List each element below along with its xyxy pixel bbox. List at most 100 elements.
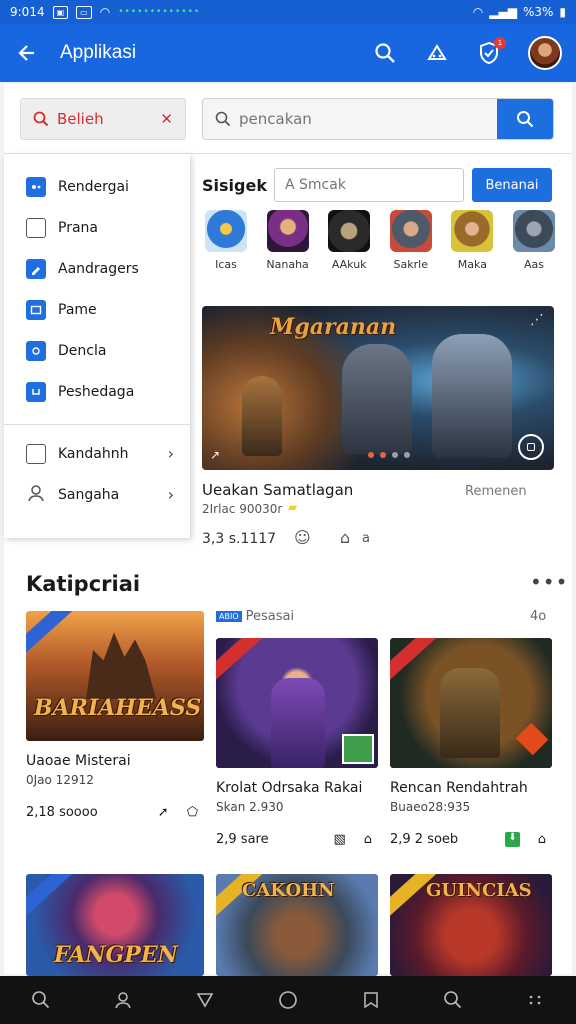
card-stat: 2,9 sare (216, 832, 269, 847)
menu-item-sangaha[interactable]: Sangaha › (4, 474, 190, 515)
game-thumbnail: GUINCIAS (390, 874, 552, 976)
search-icon[interactable] (372, 40, 398, 66)
game-card[interactable]: FANGPEN (26, 874, 204, 976)
game-card[interactable]: Krolat Odrsaka Rakai Skan 2.930 2,9 sare… (216, 638, 378, 847)
app-icon-item[interactable]: AAkuk (323, 210, 375, 278)
image-icon (26, 443, 46, 464)
edit-icon (26, 258, 46, 279)
sort-input[interactable] (274, 168, 464, 202)
sort-button[interactable]: Benanai (472, 168, 552, 202)
app-name: Aas (523, 258, 544, 271)
thumbnail-title: BARIAHEASS (34, 695, 202, 721)
bookmark-icon[interactable]: ⬠ (187, 805, 198, 820)
thumbnail-title: GUINCIAS (426, 880, 532, 901)
share-icon[interactable]: ↗ (210, 448, 220, 462)
game-card[interactable]: CAKOHN (216, 874, 378, 976)
menu-item-label: Sangaha (58, 486, 120, 503)
notification-icon: ▭ (76, 5, 92, 19)
battery-icon: ▮ (559, 5, 566, 19)
sort-label: Sisigek (202, 175, 267, 195)
menu-item-label: Kandahnh (58, 445, 129, 462)
banner-title[interactable]: Ueakan Samatlagan (202, 481, 353, 499)
folder-icon (26, 217, 46, 238)
camera-icon (26, 340, 46, 361)
menu-dots-icon[interactable] (525, 990, 545, 1010)
home-icon[interactable]: ⌂ (364, 832, 372, 847)
card-stat: 2,18 soooo (26, 805, 98, 820)
game-card[interactable]: GUINCIAS (390, 874, 552, 976)
game-controller-icon[interactable] (424, 40, 450, 66)
card-meta: 2,18 soooo ➚ ⬠ (26, 805, 204, 820)
game-card[interactable]: BARIAHEASS Uaoae Misterai 0Jao 12912 2,1… (26, 611, 204, 820)
search-button[interactable] (497, 99, 553, 139)
search-icon[interactable] (443, 990, 463, 1010)
menu-item-dencla[interactable]: Dencla (4, 330, 190, 371)
gamepad-icon (26, 176, 46, 197)
corner-ribbon (390, 638, 438, 684)
menu-item-pame[interactable]: Pame (4, 289, 190, 330)
search-icon[interactable] (31, 990, 51, 1010)
share-icon[interactable]: ➚ (158, 805, 169, 820)
menu-item-aandragers[interactable]: Aandragers (4, 248, 190, 289)
game-thumbnail: FANGPEN (26, 874, 204, 976)
user-icon[interactable] (113, 990, 133, 1010)
menu-item-kandahnh[interactable]: Kandahnh › (4, 433, 190, 474)
status-time: 9:014 (10, 5, 45, 19)
corner-ribbon (216, 638, 264, 684)
cell-signal-icon: ▂▄▆ (489, 5, 517, 19)
app-title: Applikasi (60, 42, 137, 63)
bookmark-icon[interactable] (361, 990, 381, 1010)
banner-image-title: Mgaranan (270, 314, 397, 340)
menu-item-prana[interactable]: Prana (4, 207, 190, 248)
app-icon-item[interactable]: Sakrle (385, 210, 437, 278)
search-input[interactable] (231, 99, 497, 139)
download-icon[interactable]: ⬇ (505, 832, 520, 847)
chart-icon[interactable]: ▧ (333, 832, 345, 847)
tag-right: 4o (530, 609, 547, 624)
signal-text: ••••••••••••• (118, 7, 201, 17)
app-icon-item[interactable]: Maka (446, 210, 498, 278)
wifi-status-icon: ◠ (472, 5, 484, 19)
carousel-dots[interactable] (368, 452, 410, 458)
more-icon[interactable]: ⋰ (530, 312, 544, 328)
play-icon[interactable] (518, 434, 544, 460)
menu-item-label: Pame (58, 301, 97, 318)
game-thumbnail (390, 638, 552, 768)
status-bar: 9:014 ▣ ▭ ◠ ••••••••••••• ◠ ▂▄▆ %3% ▮ (0, 0, 576, 24)
banner-knight-figure (432, 334, 512, 458)
close-icon[interactable]: ✕ (160, 110, 173, 128)
filter-chip[interactable]: Belieh ✕ (20, 98, 186, 140)
app-icon-item[interactable]: Icas (200, 210, 252, 278)
shield-game-icon (205, 210, 247, 252)
bottom-nav (0, 976, 576, 1024)
banner-knight-figure (342, 344, 412, 454)
app-icon-item[interactable]: Nanaha (262, 210, 314, 278)
shield-notification-icon[interactable]: 1 (476, 37, 506, 66)
app-name: Maka (457, 258, 487, 271)
back-triangle-icon[interactable] (195, 990, 215, 1010)
banner-stat: 3,3 s.1117 (202, 531, 277, 547)
home-icon[interactable]: ⌂ (538, 832, 546, 847)
app-icon-item[interactable]: Aas (508, 210, 560, 278)
avatar[interactable] (528, 36, 562, 70)
home-icon[interactable]: ⌂ (340, 528, 350, 547)
emoji-icon[interactable]: ☺ (294, 528, 311, 547)
home-circle-icon[interactable] (277, 989, 299, 1011)
chevron-right-icon: › (167, 444, 174, 463)
search-field[interactable] (202, 98, 554, 140)
more-options-icon[interactable]: ••• (530, 570, 568, 594)
featured-banner[interactable]: Mgaranan ↗ ⋰ (202, 306, 554, 470)
game-card[interactable]: Rencan Rendahtrah Buaeo28:935 2,9 2 soeb… (390, 638, 552, 847)
hero-game-icon (451, 210, 494, 252)
card-stat: 2,9 2 soeb (390, 832, 459, 847)
menu-item-peshedaga[interactable]: Peshedaga (4, 371, 190, 412)
search-icon (33, 111, 49, 127)
back-arrow-icon[interactable] (14, 40, 40, 66)
castle-artwork (86, 632, 156, 699)
fire-artwork (515, 722, 549, 756)
thumbnail-title: CAKOHN (242, 880, 335, 901)
cup-icon (26, 381, 46, 402)
menu-item-rendergai[interactable]: Rendergai (4, 166, 190, 207)
app-icons-row: Icas Nanaha AAkuk Sakrle Maka Aas (200, 210, 560, 278)
card-title: Uaoae Misterai (26, 753, 131, 769)
